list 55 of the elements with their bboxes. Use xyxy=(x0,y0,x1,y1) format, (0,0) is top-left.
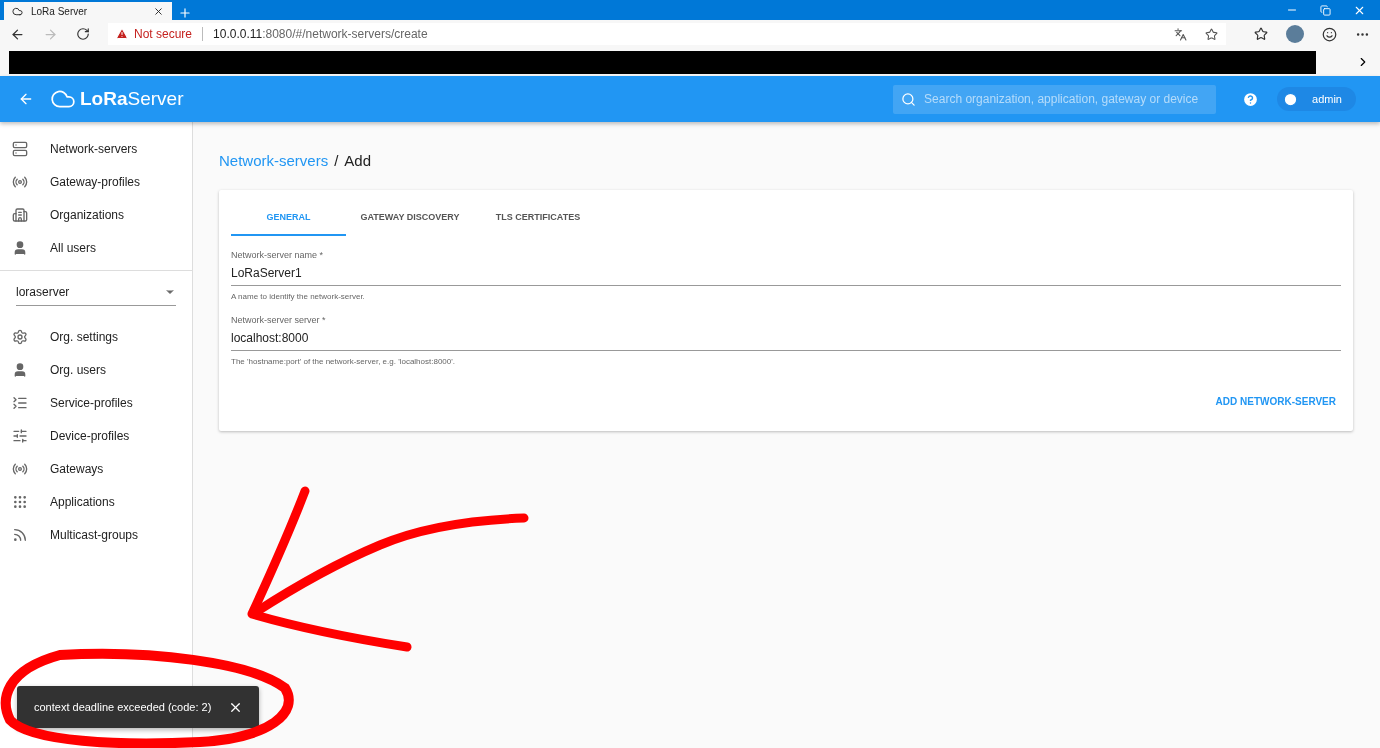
input-field[interactable]: localhost:8000 xyxy=(231,325,1341,351)
tab[interactable]: GATEWAY DISCOVERY xyxy=(346,200,474,236)
field-label: Network-server name * xyxy=(231,250,325,260)
nav-item[interactable]: Gateways xyxy=(0,452,192,485)
smile-icon[interactable] xyxy=(1322,26,1337,42)
breadcrumb-separator: / xyxy=(334,152,339,169)
search-icon xyxy=(901,91,917,107)
back-icon[interactable] xyxy=(10,26,25,42)
organization-select[interactable]: loraserver xyxy=(16,279,176,306)
person-icon xyxy=(12,239,28,256)
user-menu-button[interactable]: admin xyxy=(1277,87,1356,111)
search-field[interactable]: Search organization, application, gateway or device xyxy=(893,84,1217,114)
snackbar-message: context deadline exceeded (code: 2) xyxy=(34,701,212,713)
helper-text: The 'hostname:port' of the network-server, e.g. 'localhost:8000'. xyxy=(231,357,456,366)
nav-item[interactable]: Multicast-groups xyxy=(0,518,192,551)
building-icon xyxy=(12,206,28,223)
profile-avatar[interactable] xyxy=(1286,25,1304,43)
nav-item[interactable]: Org. settings xyxy=(0,320,192,353)
sliders-icon xyxy=(12,427,28,444)
browser-tab[interactable]: LoRa Server xyxy=(4,2,172,20)
person-icon xyxy=(12,361,28,378)
brand-name: LoRaServer xyxy=(80,88,184,110)
nav-item[interactable]: Device-profiles xyxy=(0,419,192,452)
cloud-icon xyxy=(12,5,23,17)
nav-item[interactable]: Service-profiles xyxy=(0,386,192,419)
warning-icon xyxy=(116,28,128,40)
security-label: Not secure xyxy=(134,27,193,41)
input-field[interactable]: LoRaServer1 xyxy=(231,260,1341,286)
settings-icon xyxy=(12,328,28,345)
tab-title: LoRa Server xyxy=(31,5,89,17)
nav-item[interactable]: Org. users xyxy=(0,353,192,386)
collapse-menu-icon[interactable] xyxy=(18,91,34,107)
url-host: 10.0.0.11 xyxy=(213,27,263,41)
favorites-icon[interactable] xyxy=(1254,27,1268,41)
grid-icon xyxy=(12,493,28,510)
new-tab-icon[interactable] xyxy=(178,6,192,20)
url-path: :8080/#/network-servers/create xyxy=(262,27,428,41)
nav-item[interactable]: Organizations xyxy=(0,198,192,231)
breadcrumb-current: Add xyxy=(344,152,372,169)
helper-text: A name to identify the network-server. xyxy=(231,292,366,301)
nav-item[interactable]: All users xyxy=(0,231,192,264)
restore-icon[interactable] xyxy=(1320,4,1331,16)
address-bar[interactable]: Not secure 10.0.0.11:8080/#/network-servers/create xyxy=(108,23,1226,45)
reload-icon[interactable] xyxy=(76,27,90,41)
tab[interactable]: TLS CERTIFICATES xyxy=(474,200,602,236)
field-label: Network-server server * xyxy=(231,315,327,325)
server-icon xyxy=(12,140,28,157)
nav-item[interactable]: Applications xyxy=(0,485,192,518)
rss-icon xyxy=(12,526,28,543)
help-icon[interactable] xyxy=(1242,90,1260,108)
nav-item[interactable]: Network-servers xyxy=(0,132,192,165)
translate-icon[interactable] xyxy=(1174,27,1187,41)
star-icon[interactable] xyxy=(1205,27,1218,41)
close-icon[interactable] xyxy=(153,5,164,17)
nav-item[interactable]: Gateway-profiles xyxy=(0,165,192,198)
